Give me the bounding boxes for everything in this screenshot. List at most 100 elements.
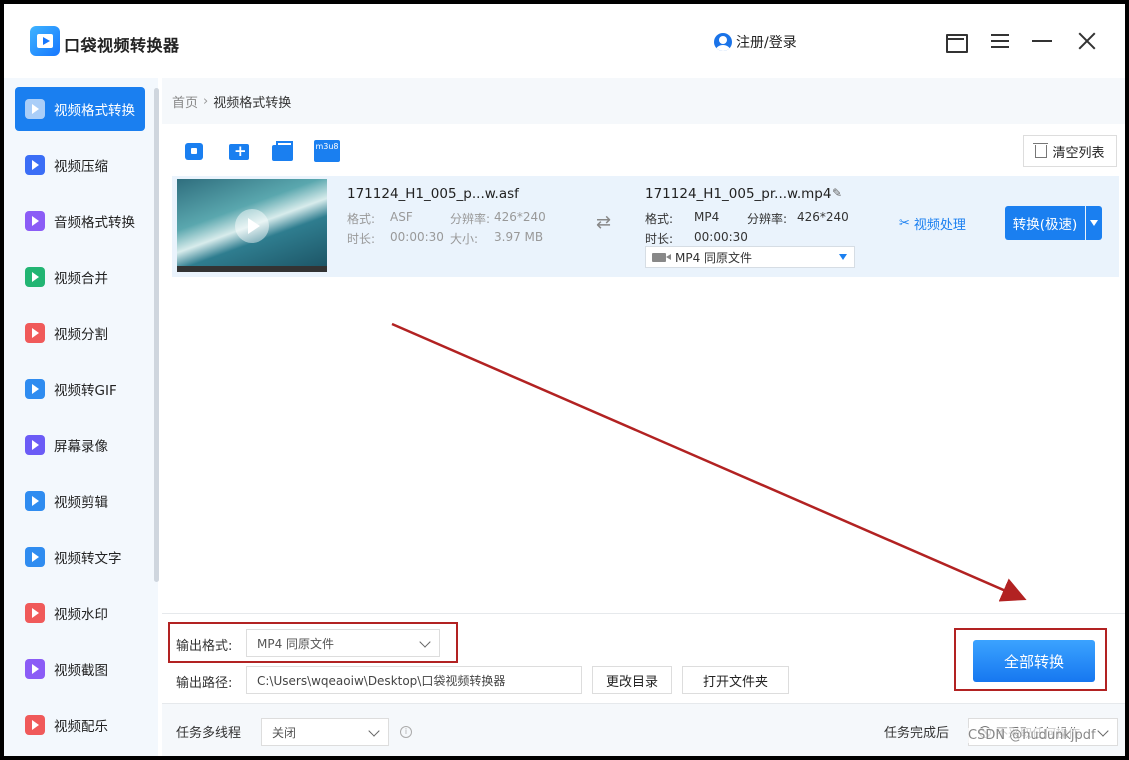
output-path-label: 输出路径: bbox=[176, 676, 233, 691]
chevron-down-icon bbox=[368, 725, 380, 737]
output-duration-label: 时长: bbox=[645, 232, 674, 246]
sidebar-item-label: 视频转文字 bbox=[54, 551, 122, 567]
user-avatar-icon bbox=[714, 33, 732, 51]
add-folder-icon[interactable] bbox=[228, 140, 250, 162]
watermark: CSDN @hudunkjpdf bbox=[968, 728, 1096, 743]
output-format-label: 格式: bbox=[645, 212, 674, 226]
breadcrumb: 首页 › 视频格式转换 bbox=[162, 78, 1125, 124]
screen-record-icon bbox=[25, 435, 45, 455]
change-directory-button[interactable]: 更改目录 bbox=[592, 666, 672, 694]
source-resolution-label: 分辨率: bbox=[450, 212, 491, 226]
folder-icon[interactable] bbox=[942, 28, 968, 54]
source-duration-value: 00:00:30 bbox=[390, 230, 444, 244]
video-camera-icon bbox=[652, 252, 671, 262]
video-music-icon bbox=[25, 715, 45, 735]
sidebar-item[interactable]: 视频配乐 bbox=[15, 703, 145, 747]
m3u8-import-icon[interactable]: m3u8 bbox=[314, 140, 340, 162]
sidebar-scrollbar[interactable] bbox=[154, 88, 159, 582]
output-format-select-value: MP4 同原文件 bbox=[675, 250, 753, 265]
video-process-label: 视频处理 bbox=[913, 218, 966, 233]
open-folder-button[interactable]: 打开文件夹 bbox=[682, 666, 789, 694]
main-panel: 首页 › 视频格式转换 m3u8 清空列表 171124_H1_005_p...… bbox=[162, 78, 1125, 756]
sidebar-item[interactable]: 屏幕录像 bbox=[15, 423, 145, 467]
sidebar-item-label: 屏幕录像 bbox=[54, 439, 108, 455]
video-merge-icon bbox=[25, 267, 45, 287]
output-format-label: 输出格式: bbox=[176, 639, 233, 654]
global-output-format-value: MP4 同原文件 bbox=[257, 636, 335, 651]
source-size-label: 大小: bbox=[450, 232, 479, 246]
video-compress-icon bbox=[25, 155, 45, 175]
sidebar-item[interactable]: 音频格式转换 bbox=[15, 199, 145, 243]
minimize-icon[interactable] bbox=[1029, 28, 1055, 54]
sidebar-item-label: 视频分割 bbox=[54, 327, 108, 343]
sidebar-item[interactable]: 视频截图 bbox=[15, 647, 145, 691]
add-file-icon[interactable] bbox=[184, 140, 206, 162]
login-button[interactable]: 注册/登录 bbox=[714, 32, 797, 52]
app-title: 口袋视频转换器 bbox=[64, 36, 180, 55]
chevron-down-icon bbox=[419, 636, 431, 648]
breadcrumb-home[interactable]: 首页 bbox=[172, 92, 198, 111]
sidebar-item[interactable]: 视频合并 bbox=[15, 255, 145, 299]
output-path-input[interactable] bbox=[246, 666, 582, 694]
sidebar-item-label: 视频转GIF bbox=[54, 383, 117, 399]
source-file-name: 171124_H1_005_p...w.asf bbox=[347, 186, 519, 202]
clear-list-button[interactable]: 清空列表 bbox=[1023, 135, 1117, 167]
chevron-down-icon bbox=[1097, 725, 1109, 737]
sidebar-item-label: 视频格式转换 bbox=[54, 103, 135, 119]
sidebar-item-label: 视频配乐 bbox=[54, 719, 108, 735]
source-format-label: 格式: bbox=[347, 212, 376, 226]
video-text-icon bbox=[25, 547, 45, 567]
sidebar-item[interactable]: 视频水印 bbox=[15, 591, 145, 635]
title-bar: 口袋视频转换器 注册/登录 bbox=[4, 4, 1125, 78]
caret-down-icon bbox=[839, 254, 847, 260]
play-icon[interactable] bbox=[235, 209, 269, 243]
video-convert-icon bbox=[25, 99, 45, 119]
sidebar-item[interactable]: 视频剪辑 bbox=[15, 479, 145, 523]
source-duration-label: 时长: bbox=[347, 232, 376, 246]
video-thumbnail[interactable] bbox=[177, 179, 327, 272]
video-edit-icon bbox=[25, 491, 45, 511]
multithread-select[interactable]: 关闭 bbox=[261, 718, 389, 746]
menu-icon[interactable] bbox=[987, 28, 1013, 54]
sidebar-item[interactable]: 视频分割 bbox=[15, 311, 145, 355]
output-settings: 输出格式: MP4 同原文件 输出路径: 更改目录 打开文件夹 全部转换 bbox=[162, 613, 1125, 703]
sidebar-item-label: 音频格式转换 bbox=[54, 215, 135, 231]
sidebar-item[interactable]: 视频转GIF bbox=[15, 367, 145, 411]
output-resolution-label: 分辨率: bbox=[747, 212, 788, 226]
sidebar-item[interactable]: 视频转文字 bbox=[15, 535, 145, 579]
video-gif-icon bbox=[25, 379, 45, 399]
info-icon[interactable]: i bbox=[400, 726, 412, 738]
sidebar-item[interactable]: 视频压缩 bbox=[15, 143, 145, 187]
breadcrumb-separator: › bbox=[203, 93, 209, 109]
sidebar-item-label: 视频剪辑 bbox=[54, 495, 108, 511]
sidebar-item-label: 视频压缩 bbox=[54, 159, 108, 175]
app-window: 口袋视频转换器 注册/登录 视频格式转换 视频压缩 音频格式转换 视频合并 视频分割 视频… bbox=[4, 4, 1125, 756]
video-split-icon bbox=[25, 323, 45, 343]
global-output-format-select[interactable]: MP4 同原文件 bbox=[246, 629, 440, 657]
edit-name-icon[interactable]: ✎ bbox=[832, 186, 842, 200]
sidebar-item-label: 视频合并 bbox=[54, 271, 108, 287]
sidebar-item[interactable]: 视频格式转换 bbox=[15, 87, 145, 131]
multithread-value: 关闭 bbox=[272, 725, 297, 740]
dvd-import-icon[interactable] bbox=[271, 140, 293, 162]
convert-fast-button[interactable]: 转换(极速) bbox=[1005, 206, 1085, 240]
shuffle-icon: ⇄ bbox=[596, 212, 612, 233]
video-process-button[interactable]: ✂ 视频处理 bbox=[899, 214, 966, 233]
convert-options-caret[interactable] bbox=[1086, 206, 1102, 240]
after-task-label: 任务完成后 bbox=[884, 726, 950, 741]
output-resolution-value: 426*240 bbox=[797, 210, 849, 224]
close-icon[interactable] bbox=[1074, 28, 1100, 54]
breadcrumb-current: 视频格式转换 bbox=[213, 95, 292, 111]
source-size-value: 3.97 MB bbox=[494, 230, 544, 244]
source-format-value: ASF bbox=[390, 210, 413, 224]
file-row: 171124_H1_005_p...w.asf 格式: ASF 分辨率: 426… bbox=[172, 176, 1119, 277]
output-format-value: MP4 bbox=[694, 210, 720, 224]
output-format-select[interactable]: MP4 同原文件 bbox=[645, 246, 855, 268]
trash-icon bbox=[1033, 142, 1049, 158]
convert-all-button[interactable]: 全部转换 bbox=[973, 640, 1095, 682]
thumbnail-bar bbox=[177, 266, 327, 272]
clear-list-label: 清空列表 bbox=[1052, 145, 1105, 161]
output-duration-value: 00:00:30 bbox=[694, 230, 748, 244]
sidebar-item-label: 视频截图 bbox=[54, 663, 108, 679]
app-logo-icon bbox=[30, 26, 60, 56]
